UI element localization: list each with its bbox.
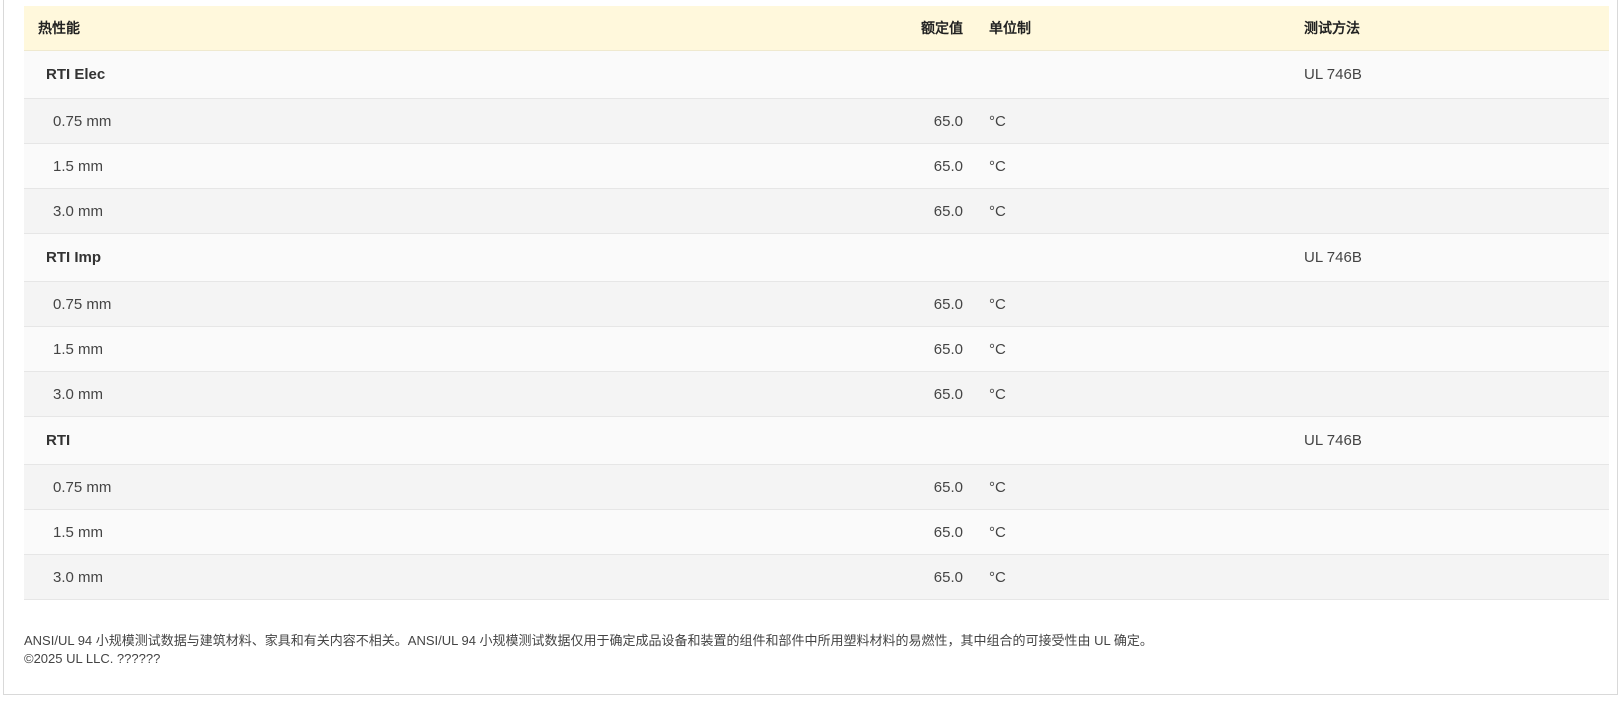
row-value: 65.0 bbox=[933, 523, 963, 541]
header-rated-value: 额定值 bbox=[921, 20, 963, 36]
table-group-row: RTI UL 746B bbox=[24, 417, 1609, 465]
group-name: RTI Imp bbox=[46, 249, 101, 266]
row-unit: °C bbox=[989, 340, 1006, 358]
header-unit: 单位制 bbox=[989, 20, 1031, 36]
table-row: 1.5 mm 65.0 °C bbox=[24, 144, 1609, 189]
table-row: 0.75 mm 65.0 °C bbox=[24, 465, 1609, 510]
row-unit: °C bbox=[989, 523, 1006, 541]
row-unit: °C bbox=[989, 112, 1006, 130]
row-thickness: 1.5 mm bbox=[53, 523, 104, 541]
table-header-row: 热性能 额定值 单位制 测试方法 bbox=[24, 6, 1609, 51]
row-value: 65.0 bbox=[933, 385, 963, 403]
table-row: 3.0 mm 65.0 °C bbox=[24, 555, 1609, 600]
row-unit: °C bbox=[989, 202, 1006, 220]
row-thickness: 0.75 mm bbox=[53, 478, 112, 496]
footer: ANSI/UL 94 小规模测试数据与建筑材料、家具和有关内容不相关。ANSI/… bbox=[24, 632, 1153, 668]
header-property: 热性能 bbox=[38, 20, 80, 36]
table-row: 3.0 mm 65.0 °C bbox=[24, 189, 1609, 234]
row-thickness: 1.5 mm bbox=[53, 157, 104, 175]
footer-copyright: ©2025 UL LLC. ?????? bbox=[24, 651, 161, 666]
group-name: RTI Elec bbox=[46, 66, 106, 83]
group-test-method: UL 746B bbox=[1304, 249, 1362, 266]
row-unit: °C bbox=[989, 478, 1006, 496]
table-row: 3.0 mm 65.0 °C bbox=[24, 372, 1609, 417]
row-value: 65.0 bbox=[933, 112, 963, 130]
row-thickness: 3.0 mm bbox=[53, 568, 104, 586]
row-unit: °C bbox=[989, 157, 1006, 175]
row-unit: °C bbox=[989, 385, 1006, 403]
row-value: 65.0 bbox=[933, 478, 963, 496]
row-value: 65.0 bbox=[933, 340, 963, 358]
group-test-method: UL 746B bbox=[1304, 432, 1362, 449]
row-value: 65.0 bbox=[933, 157, 963, 175]
header-test-method: 测试方法 bbox=[1304, 20, 1360, 36]
row-unit: °C bbox=[989, 568, 1006, 586]
table-group-row: RTI Elec UL 746B bbox=[24, 51, 1609, 99]
table-row: 1.5 mm 65.0 °C bbox=[24, 510, 1609, 555]
table-row: 0.75 mm 65.0 °C bbox=[24, 282, 1609, 327]
thermal-properties-table: 热性能 额定值 单位制 测试方法 RTI Elec UL 746B 0.75 m… bbox=[24, 6, 1609, 600]
row-value: 65.0 bbox=[933, 568, 963, 586]
row-value: 65.0 bbox=[933, 295, 963, 313]
row-thickness: 0.75 mm bbox=[53, 112, 112, 130]
table-row: 0.75 mm 65.0 °C bbox=[24, 99, 1609, 144]
row-thickness: 1.5 mm bbox=[53, 340, 104, 358]
row-thickness: 3.0 mm bbox=[53, 202, 104, 220]
table-row: 1.5 mm 65.0 °C bbox=[24, 327, 1609, 372]
table-group-row: RTI Imp UL 746B bbox=[24, 234, 1609, 282]
page-frame: 热性能 额定值 单位制 测试方法 RTI Elec UL 746B 0.75 m… bbox=[3, 0, 1618, 695]
footer-disclaimer: ANSI/UL 94 小规模测试数据与建筑材料、家具和有关内容不相关。ANSI/… bbox=[24, 633, 1153, 648]
row-value: 65.0 bbox=[933, 202, 963, 220]
row-thickness: 0.75 mm bbox=[53, 295, 112, 313]
row-unit: °C bbox=[989, 295, 1006, 313]
group-name: RTI bbox=[46, 432, 71, 449]
row-thickness: 3.0 mm bbox=[53, 385, 104, 403]
group-test-method: UL 746B bbox=[1304, 66, 1362, 83]
